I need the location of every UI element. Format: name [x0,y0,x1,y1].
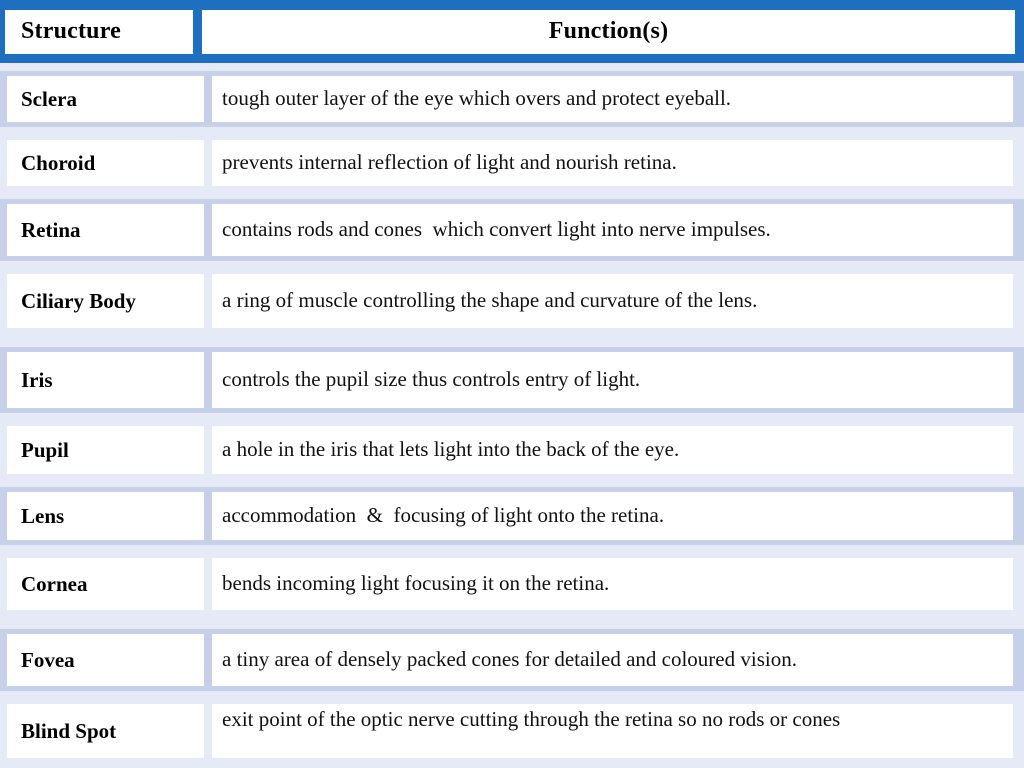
table-row: Choroid prevents internal reflection of … [0,135,1024,191]
cell-structure: Lens [7,492,204,540]
table-row: Fovea a tiny area of densely packed cone… [0,629,1024,691]
table-row: Blind Spot exit point of the optic nerve… [0,699,1024,763]
structure-label: Ciliary Body [21,288,136,313]
cell-function: a ring of muscle controlling the shape a… [212,274,1013,328]
function-description: contains rods and cones which convert li… [222,217,771,242]
function-description: prevents internal reflection of light an… [222,150,677,175]
structure-label: Sclera [21,86,77,111]
cell-function: prevents internal reflection of light an… [212,140,1013,186]
table-row: Retina contains rods and cones which con… [0,199,1024,261]
row-gap [0,545,1024,553]
structure-label: Fovea [21,647,75,672]
structure-label: Blind Spot [21,718,117,743]
function-description: a ring of muscle controlling the shape a… [222,288,758,313]
function-description: a hole in the iris that lets light into … [222,437,680,462]
header-label-structure: Structure [21,18,122,44]
cell-structure: Choroid [7,140,204,186]
cell-structure: Fovea [7,634,204,686]
function-description: a tiny area of densely packed cones for … [222,647,797,672]
cell-function: contains rods and cones which convert li… [212,204,1013,256]
cell-structure: Blind Spot [7,704,204,758]
structure-label: Pupil [21,437,69,462]
table-row: Sclera tough outer layer of the eye whic… [0,71,1024,127]
cell-function: tough outer layer of the eye which overs… [212,76,1013,122]
function-description: bends incoming light focusing it on the … [222,571,610,596]
cell-structure: Pupil [7,426,204,474]
cell-structure: Cornea [7,558,204,610]
structure-label: Lens [21,503,65,528]
function-description: accommodation & focusing of light onto t… [222,503,665,528]
function-description: controls the pupil size thus controls en… [222,367,641,392]
cell-function: bends incoming light focusing it on the … [212,558,1013,610]
cell-function: a tiny area of densely packed cones for … [212,634,1013,686]
header-label-function: Function(s) [548,18,669,44]
cell-structure: Retina [7,204,204,256]
table-row: Iris controls the pupil size thus contro… [0,347,1024,413]
table-row: Cornea bends incoming light focusing it … [0,553,1024,615]
row-gap [0,333,1024,347]
table-body: Sclera tough outer layer of the eye whic… [0,63,1024,768]
cell-structure: Ciliary Body [7,274,204,328]
row-gap [0,413,1024,421]
table-row: Lens accommodation & focusing of light o… [0,487,1024,545]
row-gap [0,479,1024,487]
table-row: Ciliary Body a ring of muscle controllin… [0,269,1024,333]
row-gap [0,763,1024,768]
structure-label: Iris [21,367,53,392]
row-gap [0,127,1024,135]
function-description: tough outer layer of the eye which overs… [222,86,732,111]
function-description: exit point of the optic nerve cutting th… [222,707,841,731]
row-gap [0,63,1024,71]
structure-function-table: Structure Function(s) Sclera tough outer… [0,0,1024,768]
structure-label: Choroid [21,150,96,175]
table-header-row: Structure Function(s) [0,0,1024,63]
structure-label: Retina [21,217,81,242]
header-cell-function: Function(s) [197,0,1024,63]
row-gap [0,615,1024,629]
cell-structure: Iris [7,352,204,408]
row-gap [0,691,1024,699]
row-gap [0,191,1024,199]
header-cell-structure: Structure [0,0,197,63]
cell-structure: Sclera [7,76,204,122]
cell-function: a hole in the iris that lets light into … [212,426,1013,474]
structure-label: Cornea [21,571,88,596]
row-gap [0,261,1024,269]
cell-function: exit point of the optic nerve cutting th… [212,704,1013,758]
cell-function: accommodation & focusing of light onto t… [212,492,1013,540]
cell-function: controls the pupil size thus controls en… [212,352,1013,408]
table-row: Pupil a hole in the iris that lets light… [0,421,1024,479]
